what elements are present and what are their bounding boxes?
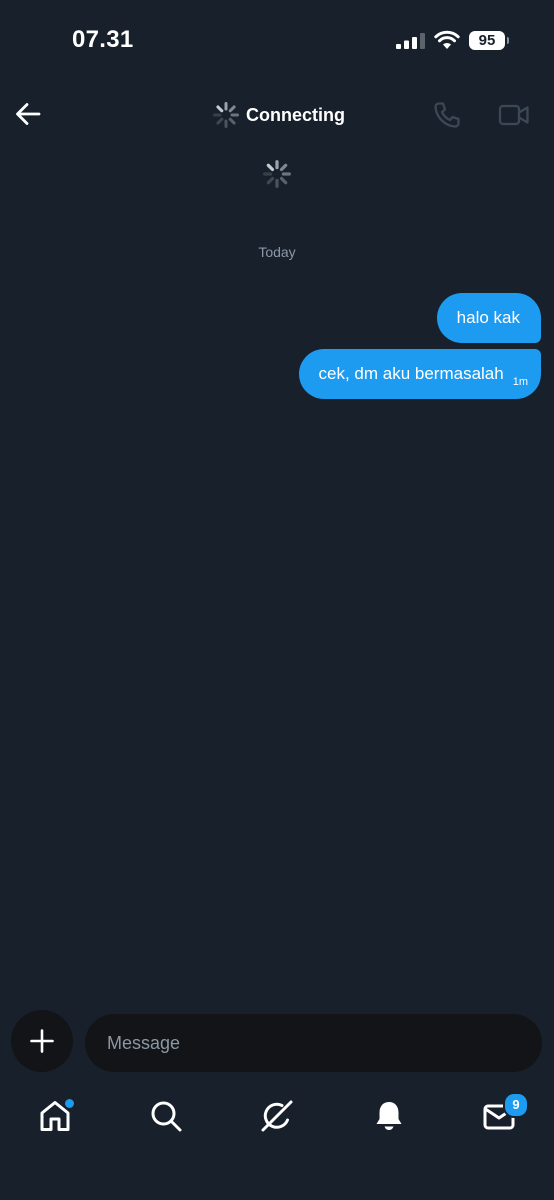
message-text: cek, dm aku bermasalah [318,364,504,383]
home-unread-dot [63,1097,76,1110]
message-bubble[interactable]: halo kak [436,293,541,343]
phone-icon[interactable] [432,100,462,130]
cellular-signal-icon [396,33,425,49]
connection-status: Connecting [212,100,345,130]
loading-spinner-icon [263,160,291,188]
bell-icon [376,1102,402,1130]
message-timestamp: 1m [512,376,528,388]
wifi-icon [434,30,460,49]
status-time: 07.31 [72,26,134,53]
nav-home[interactable] [37,1097,76,1134]
message-input[interactable] [85,1014,542,1072]
nav-messages[interactable]: 9 [481,1092,529,1134]
date-separator: Today [258,244,296,260]
messages-count-badge: 9 [503,1092,529,1118]
spinner-icon [213,102,239,128]
nav-grok[interactable] [259,1098,295,1134]
grok-icon [261,1100,293,1132]
header-title: Connecting [246,104,345,125]
nav-notifications[interactable] [371,1098,407,1134]
message-bubble[interactable]: cek, dm aku bermasalah 1m [298,349,541,399]
battery-level: 95 [469,31,509,50]
video-icon[interactable] [498,100,530,130]
dm-screen: 07.31 95 Connecting Today halo kak cek, … [0,0,554,1200]
message-text: halo kak [456,308,520,327]
plus-icon [30,1029,54,1053]
search-icon [151,1101,182,1132]
add-attachment-button[interactable] [11,1010,73,1072]
arrow-left-icon[interactable] [14,100,42,128]
nav-search[interactable] [148,1098,184,1134]
